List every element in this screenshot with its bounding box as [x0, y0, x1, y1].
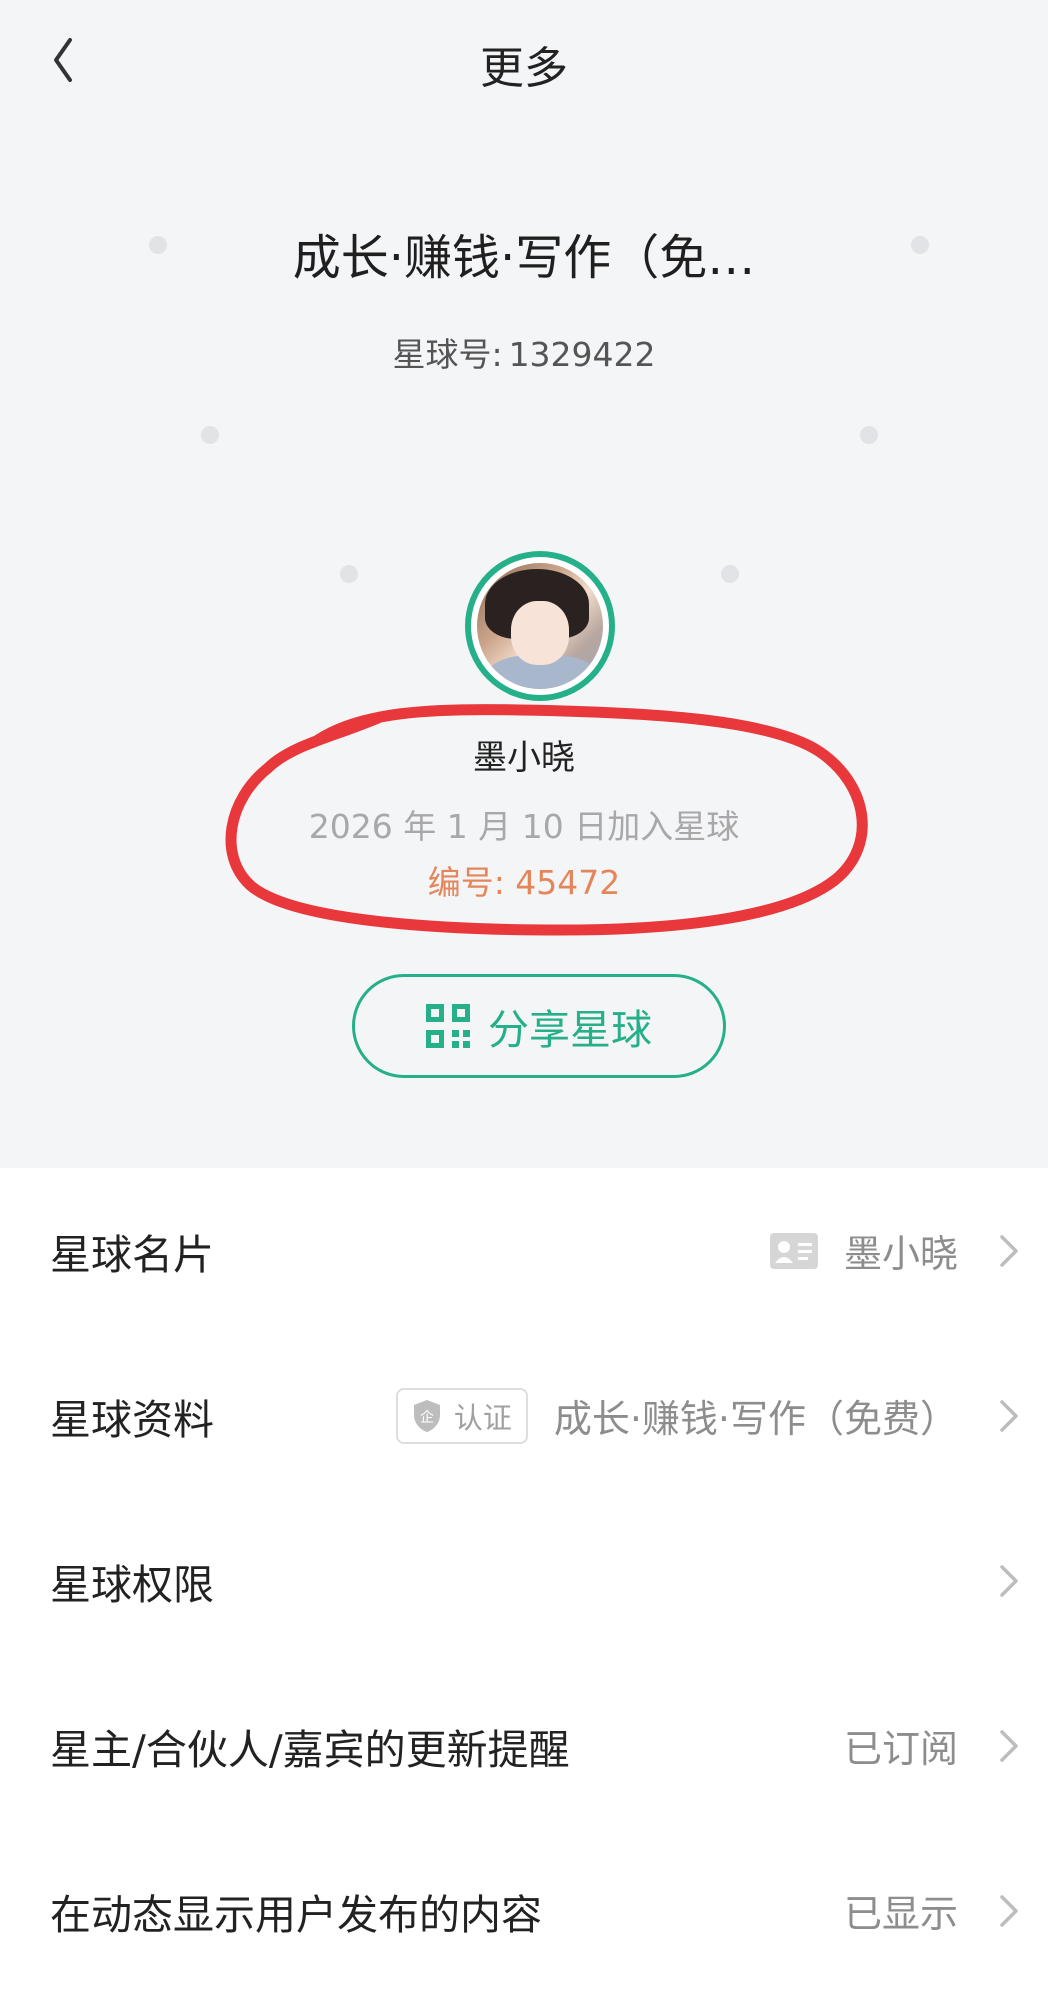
id-card-icon — [769, 1232, 818, 1269]
row-group-permissions[interactable]: 星球权限 — [0, 1498, 1048, 1663]
group-number-label: 星球号: — [392, 335, 503, 374]
group-number: 星球号: 1329422 — [0, 328, 1048, 376]
row-label: 星主/合伙人/嘉宾的更新提醒 — [50, 1725, 570, 1774]
row-value: 已订阅 — [843, 1727, 958, 1771]
row-label: 星球权限 — [50, 1560, 214, 1609]
header-area: 更多 成长·赚钱·写作（免… 星球号: 1329422 墨小晓 2026 年 1 … — [0, 0, 1048, 1168]
qr-code-icon — [426, 1004, 470, 1048]
row-label: 在动态显示用户发布的内容 — [50, 1890, 542, 1939]
row-value: 成长·赚钱·写作（免费） — [553, 1397, 958, 1441]
share-group-label: 分享星球 — [488, 1006, 652, 1054]
chevron-right-icon — [1000, 1234, 1018, 1267]
join-date: 2026 年 1 月 10 日加入星球 — [308, 807, 740, 846]
settings-list: 星球名片 墨小晓 星球资料 企 认证 成长·赚钱·写作（免费） 星球权限 星主/… — [0, 1168, 1048, 1989]
group-number-value: 1329422 — [508, 335, 656, 374]
share-group-button[interactable]: 分享星球 — [352, 974, 726, 1078]
page-title: 更多 — [480, 43, 568, 94]
member-number: 编号: 45472 — [427, 863, 621, 902]
nav-bar: 更多 — [0, 0, 1048, 120]
row-label: 星球名片 — [50, 1230, 214, 1279]
verified-badge-label: 认证 — [453, 1400, 512, 1435]
shield-icon: 企 — [413, 1399, 440, 1432]
chevron-right-icon — [1000, 1894, 1018, 1927]
row-value: 已显示 — [843, 1892, 958, 1936]
chevron-right-icon — [1000, 1399, 1018, 1432]
avatar-photo — [477, 563, 603, 689]
decor-dot — [911, 236, 929, 254]
group-title: 成长·赚钱·写作（免… — [292, 230, 756, 286]
row-group-info[interactable]: 星球资料 企 认证 成长·赚钱·写作（免费） — [0, 1333, 1048, 1498]
row-value: 墨小晓 — [843, 1232, 958, 1276]
row-update-reminder[interactable]: 星主/合伙人/嘉宾的更新提醒 已订阅 — [0, 1663, 1048, 1828]
member-name: 墨小晓 — [473, 738, 575, 778]
chevron-right-icon — [1000, 1564, 1018, 1597]
svg-text:企: 企 — [420, 1409, 434, 1426]
decor-dot — [860, 426, 878, 444]
verified-badge: 企 认证 — [395, 1387, 528, 1444]
decor-dot — [201, 426, 219, 444]
decor-dot — [340, 565, 358, 583]
avatar[interactable] — [465, 551, 615, 701]
row-show-user-posts[interactable]: 在动态显示用户发布的内容 已显示 — [0, 1828, 1048, 1989]
chevron-right-icon — [1000, 1729, 1018, 1762]
row-label: 星球资料 — [50, 1395, 214, 1444]
decor-dot — [721, 565, 739, 583]
row-group-card[interactable]: 星球名片 墨小晓 — [0, 1168, 1048, 1333]
